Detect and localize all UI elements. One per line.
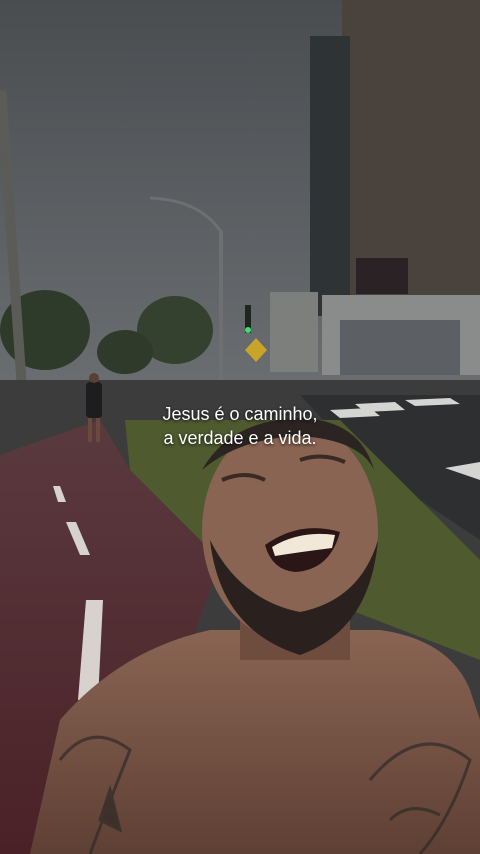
- tall-building: [310, 0, 480, 375]
- video-frame[interactable]: Jesus é o caminho, a verdade e a vida.: [0, 0, 480, 854]
- caption-line-2: a verdade e a vida.: [163, 428, 317, 448]
- low-building: [270, 292, 318, 372]
- caption-overlay: Jesus é o caminho, a verdade e a vida.: [0, 402, 480, 450]
- caption-line-1: Jesus é o caminho,: [162, 404, 318, 424]
